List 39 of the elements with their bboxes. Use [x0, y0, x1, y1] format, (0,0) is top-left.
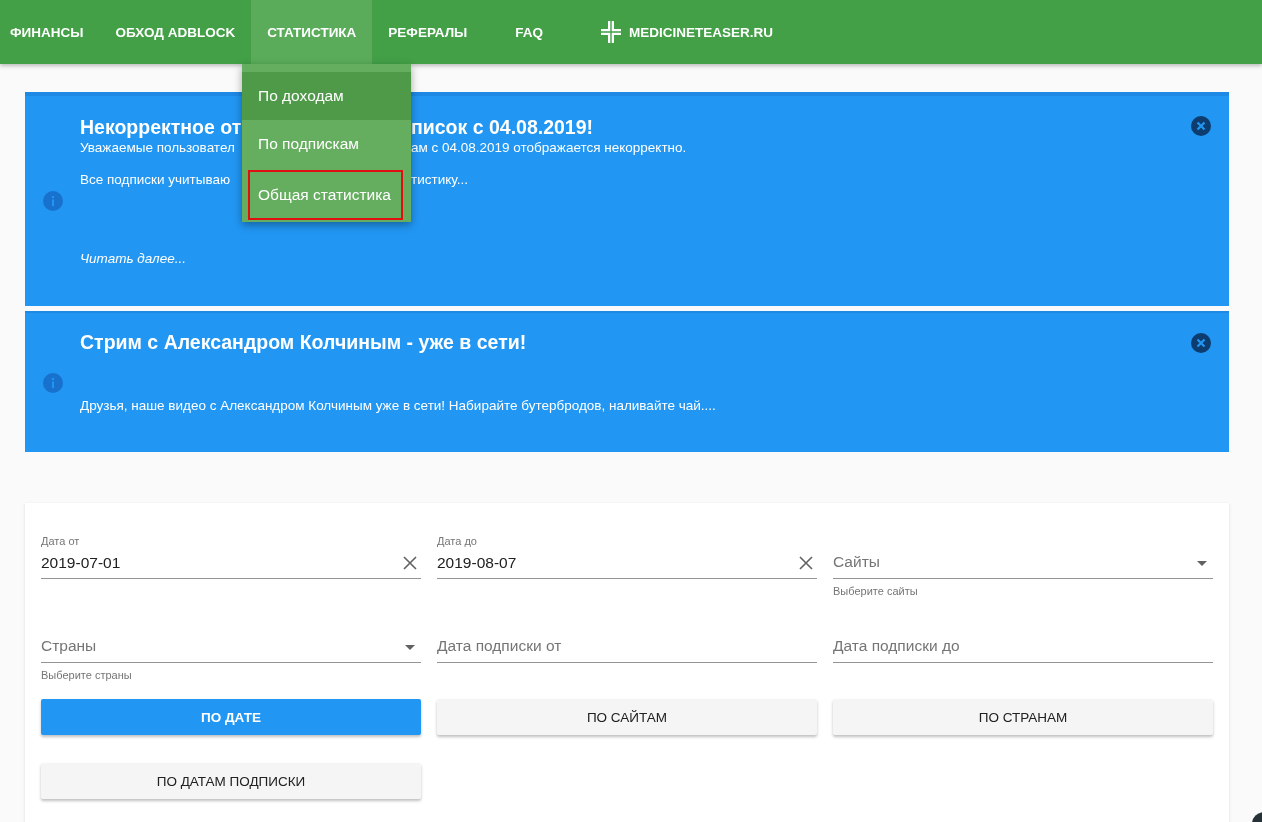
field-hint: Выберите сайты	[833, 585, 918, 597]
notice-text: Все подписки учитываю	[80, 171, 232, 189]
cross-icon	[601, 21, 622, 43]
input-field[interactable]: Дата подписки до	[833, 617, 1213, 663]
menu-item[interactable]: По подпискам	[242, 120, 411, 168]
date-field[interactable]: Дата от 2019-07-01	[41, 533, 421, 579]
caret-icon	[405, 645, 415, 650]
caret-icon	[1197, 561, 1207, 566]
notice-text: тистику...	[411, 171, 469, 189]
filter-button[interactable]: ПО СТРАНАМ	[833, 699, 1213, 735]
input-field[interactable]: Дата подписки от	[437, 617, 817, 663]
select-field[interactable]: Сайты	[833, 533, 1213, 579]
close-icon[interactable]	[1191, 116, 1211, 136]
date-field[interactable]: Дата до 2019-08-07	[437, 533, 817, 579]
nav-tab[interactable]: РЕФЕРАЛЫ	[372, 0, 484, 64]
notice-title: Некорректное от	[80, 116, 242, 139]
field-hint: Выберите страны	[41, 669, 132, 681]
info-icon	[43, 372, 63, 393]
clear-icon[interactable]	[799, 556, 813, 570]
nav-tab[interactable]: СТАТИСТИКА	[251, 0, 373, 64]
menu-item[interactable]: По доходам	[242, 72, 411, 120]
filter-button[interactable]: ПО ДАТЕ	[41, 699, 421, 735]
nav-tab[interactable]: ОБХОД ADBLOCK	[99, 0, 252, 64]
notice-text: Уважаемые пользовател	[80, 139, 236, 157]
info-icon	[43, 191, 63, 211]
notice-text: Друзья, наше видео с Александром Колчиным уже в сети! Набирайте бутербродов, наливайте чай....	[80, 398, 716, 413]
filter-button[interactable]: ПО ДАТАМ ПОДПИСКИ	[41, 763, 421, 799]
notice-title: Стрим с Александром Колчиным - уже в сети!	[80, 331, 527, 353]
read-more-link[interactable]: Читать далее...	[80, 251, 186, 266]
select-field[interactable]: Страны	[41, 617, 421, 663]
nav-tab[interactable]: FAQ	[483, 0, 574, 64]
menu-item[interactable]: Общая статистика	[246, 168, 405, 222]
site-link[interactable]: MEDICINETEASER.RU	[573, 0, 790, 64]
nav-tab[interactable]: ФИНАНСЫ	[0, 0, 100, 64]
close-icon[interactable]	[1191, 333, 1211, 353]
filter-button[interactable]: ПО САЙТАМ	[437, 699, 817, 735]
clear-icon[interactable]	[403, 556, 417, 570]
notice-title: писок с 04.08.2019!	[411, 116, 595, 139]
notice-text: ам с 04.08.2019 отображается некорректно.	[411, 139, 687, 157]
